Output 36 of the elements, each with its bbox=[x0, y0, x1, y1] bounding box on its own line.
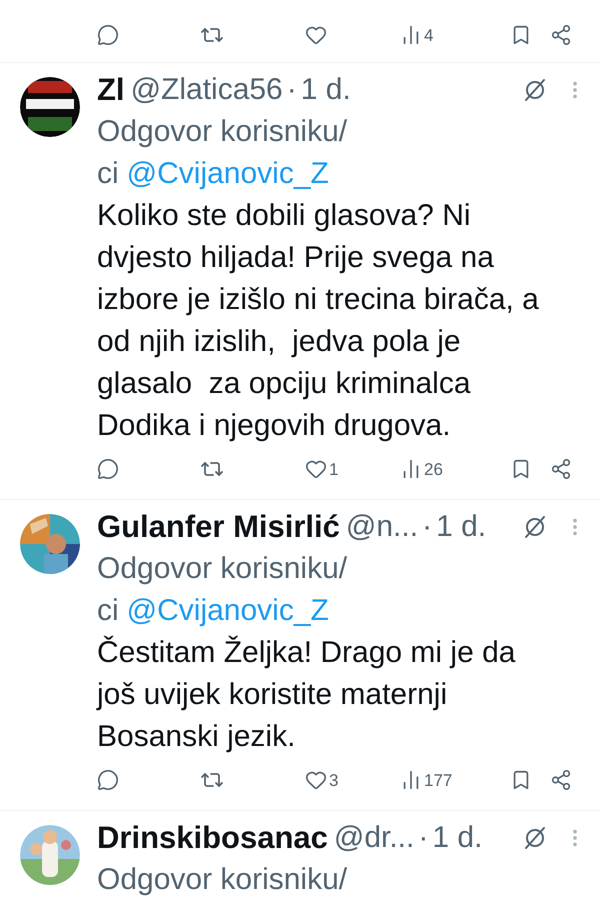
reply-context: ci bbox=[97, 156, 119, 192]
share-icon[interactable] bbox=[550, 769, 572, 791]
reply-icon[interactable] bbox=[97, 769, 119, 791]
post-time[interactable]: 1 d. bbox=[300, 69, 351, 111]
post-text: Čestitam Željka! Drago mi je da još uvijek koristite maternji Bosanski jezik. bbox=[97, 634, 516, 755]
like-icon[interactable] bbox=[305, 458, 327, 480]
author-handle[interactable]: @dr... bbox=[334, 817, 414, 859]
separator-dot: · bbox=[286, 72, 297, 108]
like-icon[interactable] bbox=[305, 769, 327, 791]
author-name[interactable]: Gulanfer Misirlić bbox=[97, 506, 340, 548]
share-icon[interactable] bbox=[550, 24, 572, 46]
post-time[interactable]: 1 d. bbox=[432, 817, 482, 859]
like-count: 1 bbox=[329, 460, 338, 478]
view-count: 177 bbox=[424, 772, 452, 788]
reply-icon[interactable] bbox=[97, 24, 119, 46]
separator-dot: · bbox=[418, 820, 428, 856]
slashed-circle-icon[interactable] bbox=[522, 77, 548, 103]
like-icon[interactable] bbox=[305, 24, 327, 46]
author-name[interactable]: Zl bbox=[97, 69, 125, 111]
reply-context: Odgovor korisniku/ bbox=[97, 862, 348, 898]
slashed-circle-icon[interactable] bbox=[522, 825, 548, 851]
reply-context: ci bbox=[97, 593, 119, 629]
like-count: 3 bbox=[329, 772, 338, 788]
reply-context: Odgovor korisniku/ bbox=[97, 114, 348, 150]
slashed-circle-icon[interactable] bbox=[522, 514, 548, 540]
view-count: 4 bbox=[424, 26, 434, 44]
share-icon[interactable] bbox=[550, 458, 572, 480]
post-time[interactable]: 1 d. bbox=[436, 506, 486, 548]
reply-icon[interactable] bbox=[97, 458, 119, 480]
author-handle[interactable]: @Zlatica56 bbox=[130, 69, 283, 111]
view-count: 26 bbox=[424, 460, 443, 478]
separator-dot: · bbox=[422, 509, 432, 545]
author-handle[interactable]: @n... bbox=[346, 506, 418, 548]
author-name[interactable]: Drinskibosanac bbox=[97, 817, 328, 859]
post-text: Koliko ste dobili glasova? Ni dvjesto hiljada! Prije svega na izbore je izišlo ni trecina birača, a od njih izislih, jedva pola je glasalo za opciju kriminalca Dodika i njegovih drugova. bbox=[97, 198, 540, 444]
reply-context: Odgovor korisniku/ bbox=[97, 551, 348, 587]
